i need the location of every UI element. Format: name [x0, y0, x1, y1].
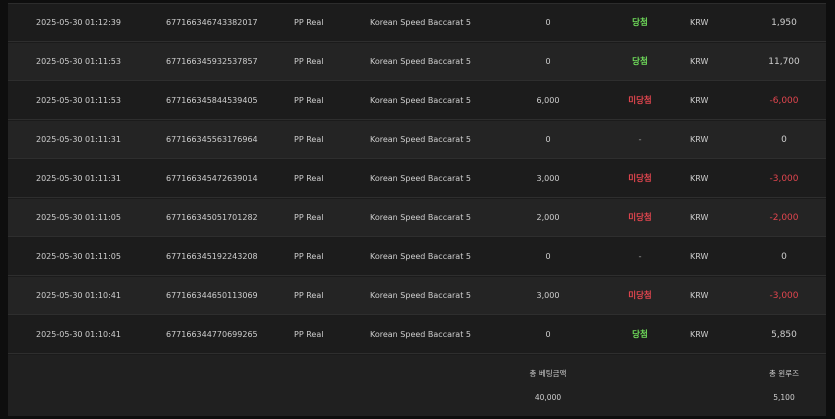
- table-row: 2025-05-30 01:10:41 677166344650113069 PP …: [8, 277, 826, 315]
- bet-game-name: Korean Speed Baccarat 5: [370, 57, 471, 66]
- bet-game-name: Korean Speed Baccarat 5: [370, 213, 471, 222]
- bet-currency: KRW: [690, 57, 709, 66]
- table-row: 2025-05-30 01:11:05 677166345192243208 PP …: [8, 238, 826, 276]
- bet-winloss: -3,000: [769, 174, 799, 184]
- bet-provider: PP Real: [294, 135, 324, 144]
- bet-amount: 6,000: [536, 96, 560, 105]
- bet-winloss: 1,950: [771, 18, 797, 28]
- bet-winloss: -2,000: [769, 213, 799, 223]
- total-winloss-value: 5,100: [773, 393, 795, 402]
- bet-currency: KRW: [690, 96, 709, 105]
- total-bet-label: 총 베팅금액: [529, 369, 567, 378]
- table-row: 2025-05-30 01:12:39 677166346743382017 PP …: [8, 4, 826, 42]
- bet-id: 677166345472639014: [166, 174, 258, 183]
- table-row: 2025-05-30 01:10:41 677166344770699265 PP …: [8, 316, 826, 354]
- bet-winloss: -3,000: [769, 291, 799, 301]
- table-row: 2025-05-30 01:11:53 677166345932537857 PP …: [8, 43, 826, 81]
- bet-winloss: 5,850: [771, 330, 797, 340]
- bet-result: 미당첨: [628, 96, 652, 106]
- bet-id: 677166346743382017: [166, 18, 258, 27]
- bet-date: 2025-05-30 01:11:53: [36, 96, 121, 105]
- bet-provider: PP Real: [294, 213, 324, 222]
- bet-game-name: Korean Speed Baccarat 5: [370, 291, 471, 300]
- bet-date: 2025-05-30 01:11:05: [36, 252, 121, 261]
- bet-provider: PP Real: [294, 291, 324, 300]
- table-row: 2025-05-30 01:11:05 677166345051701282 PP …: [8, 199, 826, 237]
- bet-id: 677166345932537857: [166, 57, 258, 66]
- table-row: 2025-05-30 01:11:31 677166345472639014 PP …: [8, 160, 826, 198]
- bet-date: 2025-05-30 01:10:41: [36, 330, 121, 339]
- bet-amount: 2,000: [536, 213, 560, 222]
- bet-currency: KRW: [690, 252, 709, 261]
- bet-result: 당첨: [632, 57, 648, 67]
- bet-amount: 0: [545, 252, 551, 261]
- bet-result: 미당첨: [628, 291, 652, 301]
- bet-date: 2025-05-30 01:11:31: [36, 135, 121, 144]
- bet-provider: PP Real: [294, 252, 324, 261]
- bet-winloss: 0: [781, 252, 787, 262]
- bet-provider: PP Real: [294, 57, 324, 66]
- bet-game-name: Korean Speed Baccarat 5: [370, 96, 471, 105]
- bet-id: 677166344650113069: [166, 291, 258, 300]
- bet-date: 2025-05-30 01:12:39: [36, 18, 121, 27]
- bet-amount: 3,000: [536, 174, 560, 183]
- bet-provider: PP Real: [294, 174, 324, 183]
- bet-game-name: Korean Speed Baccarat 5: [370, 330, 471, 339]
- bet-currency: KRW: [690, 213, 709, 222]
- bet-date: 2025-05-30 01:11:31: [36, 174, 121, 183]
- bet-amount: 0: [545, 18, 551, 27]
- bet-result: 미당첨: [628, 213, 652, 223]
- bet-game-name: Korean Speed Baccarat 5: [370, 174, 471, 183]
- bet-result: -: [638, 135, 642, 145]
- bet-amount: 0: [545, 330, 551, 339]
- bet-currency: KRW: [690, 135, 709, 144]
- bet-date: 2025-05-30 01:11:53: [36, 57, 121, 66]
- bet-winloss: 0: [781, 135, 787, 145]
- bet-id: 677166344770699265: [166, 330, 258, 339]
- bet-game-name: Korean Speed Baccarat 5: [370, 18, 471, 27]
- bet-id: 677166345563176964: [166, 135, 258, 144]
- bet-currency: KRW: [690, 18, 709, 27]
- bet-date: 2025-05-30 01:11:05: [36, 213, 121, 222]
- bet-game-name: Korean Speed Baccarat 5: [370, 252, 471, 261]
- bet-date: 2025-05-30 01:10:41: [36, 291, 121, 300]
- bet-currency: KRW: [690, 174, 709, 183]
- bet-amount: 3,000: [536, 291, 560, 300]
- bet-result: -: [638, 252, 642, 262]
- bet-result: 당첨: [632, 330, 648, 340]
- table-row: 2025-05-30 01:11:53 677166345844539405 PP …: [8, 82, 826, 120]
- bet-game-name: Korean Speed Baccarat 5: [370, 135, 471, 144]
- bet-history-table: 2025-05-30 01:12:39 677166346743382017 PP …: [8, 3, 826, 416]
- bet-result: 미당첨: [628, 174, 652, 184]
- bet-result: 당첨: [632, 18, 648, 28]
- bet-id: 677166345192243208: [166, 252, 258, 261]
- bet-id: 677166345051701282: [166, 213, 258, 222]
- total-winloss-label: 총 윈루즈: [769, 369, 799, 378]
- bet-id: 677166345844539405: [166, 96, 258, 105]
- bet-winloss: -6,000: [769, 96, 799, 106]
- table-row: 2025-05-30 01:11:31 677166345563176964 PP …: [8, 121, 826, 159]
- bet-amount: 0: [545, 135, 551, 144]
- total-bet-value: 40,000: [534, 393, 562, 402]
- bet-amount: 0: [545, 57, 551, 66]
- bet-provider: PP Real: [294, 330, 324, 339]
- bet-currency: KRW: [690, 330, 709, 339]
- bet-provider: PP Real: [294, 96, 324, 105]
- bet-currency: KRW: [690, 291, 709, 300]
- bet-provider: PP Real: [294, 18, 324, 27]
- totals-row: 총 베팅금액 40,000 총 윈루즈 5,100: [8, 355, 826, 416]
- bet-winloss: 11,700: [768, 57, 800, 67]
